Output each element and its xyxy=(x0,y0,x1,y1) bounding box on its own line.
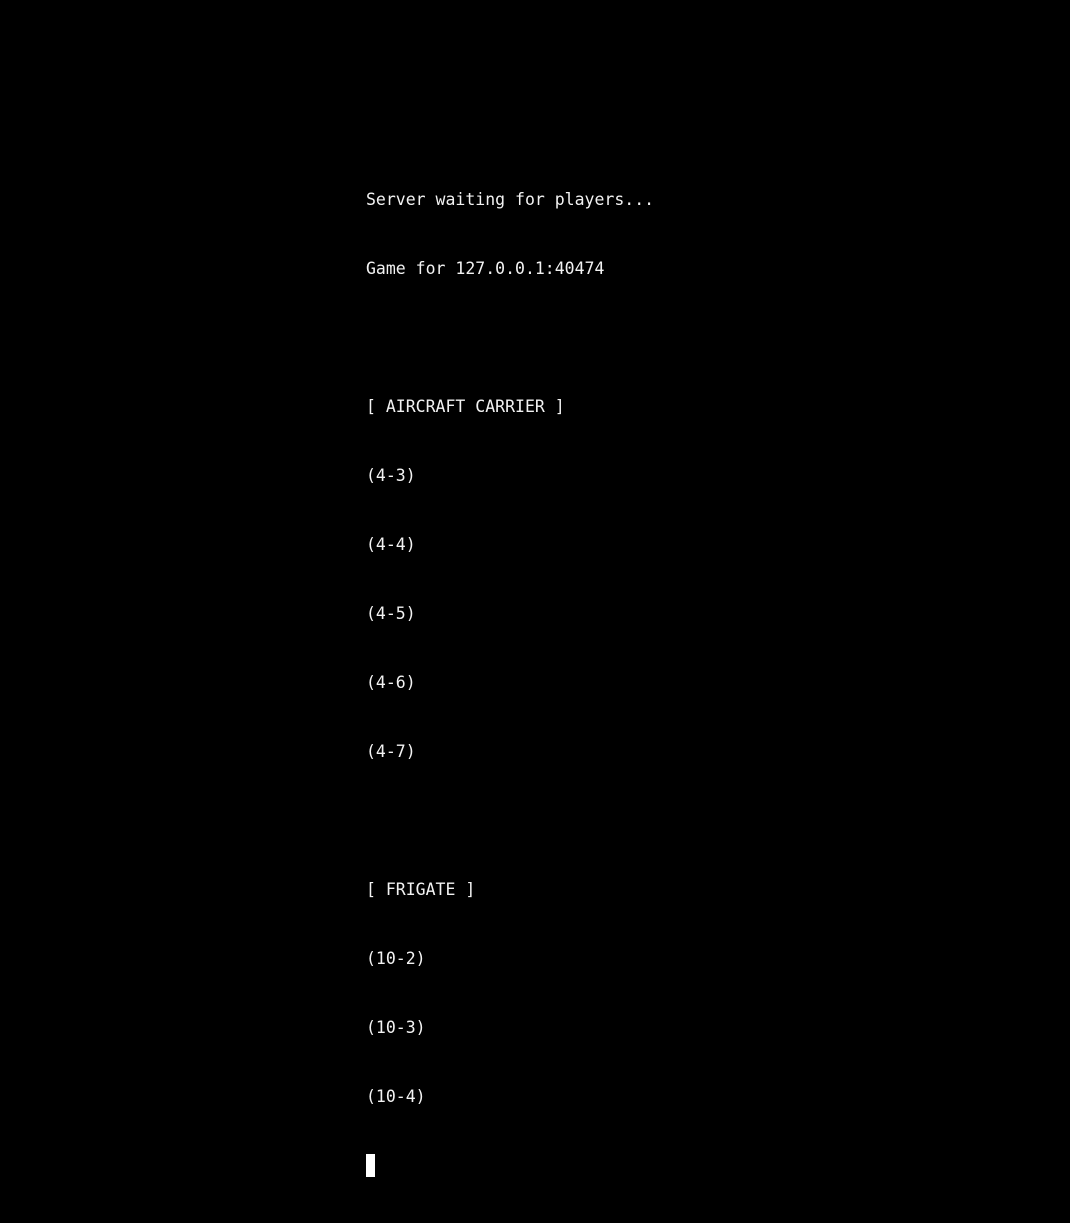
coordinate-line: (4-5) xyxy=(366,604,416,623)
status-line: Server waiting for players... xyxy=(366,190,655,209)
text-cursor xyxy=(366,1154,375,1177)
coordinate-line: (4-4) xyxy=(366,535,416,554)
ship-heading-frigate: [ FRIGATE ] xyxy=(366,880,476,899)
coordinate-line: (4-7) xyxy=(366,742,416,761)
ship-heading-aircraft-carrier: [ AIRCRAFT CARRIER ] xyxy=(366,397,565,416)
terminal-output: Server waiting for players... Game for 1… xyxy=(366,142,654,1223)
coordinate-line: (4-3) xyxy=(366,466,416,485)
coordinate-line: (10-2) xyxy=(366,949,426,968)
terminal-window[interactable]: Server waiting for players... Game for 1… xyxy=(0,0,1070,1177)
game-address-line: Game for 127.0.0.1:40474 xyxy=(366,259,605,278)
coordinate-line: (10-4) xyxy=(366,1087,426,1106)
input-line[interactable] xyxy=(366,1154,654,1177)
coordinate-line: (4-6) xyxy=(366,673,416,692)
coordinate-line: (10-3) xyxy=(366,1018,426,1037)
